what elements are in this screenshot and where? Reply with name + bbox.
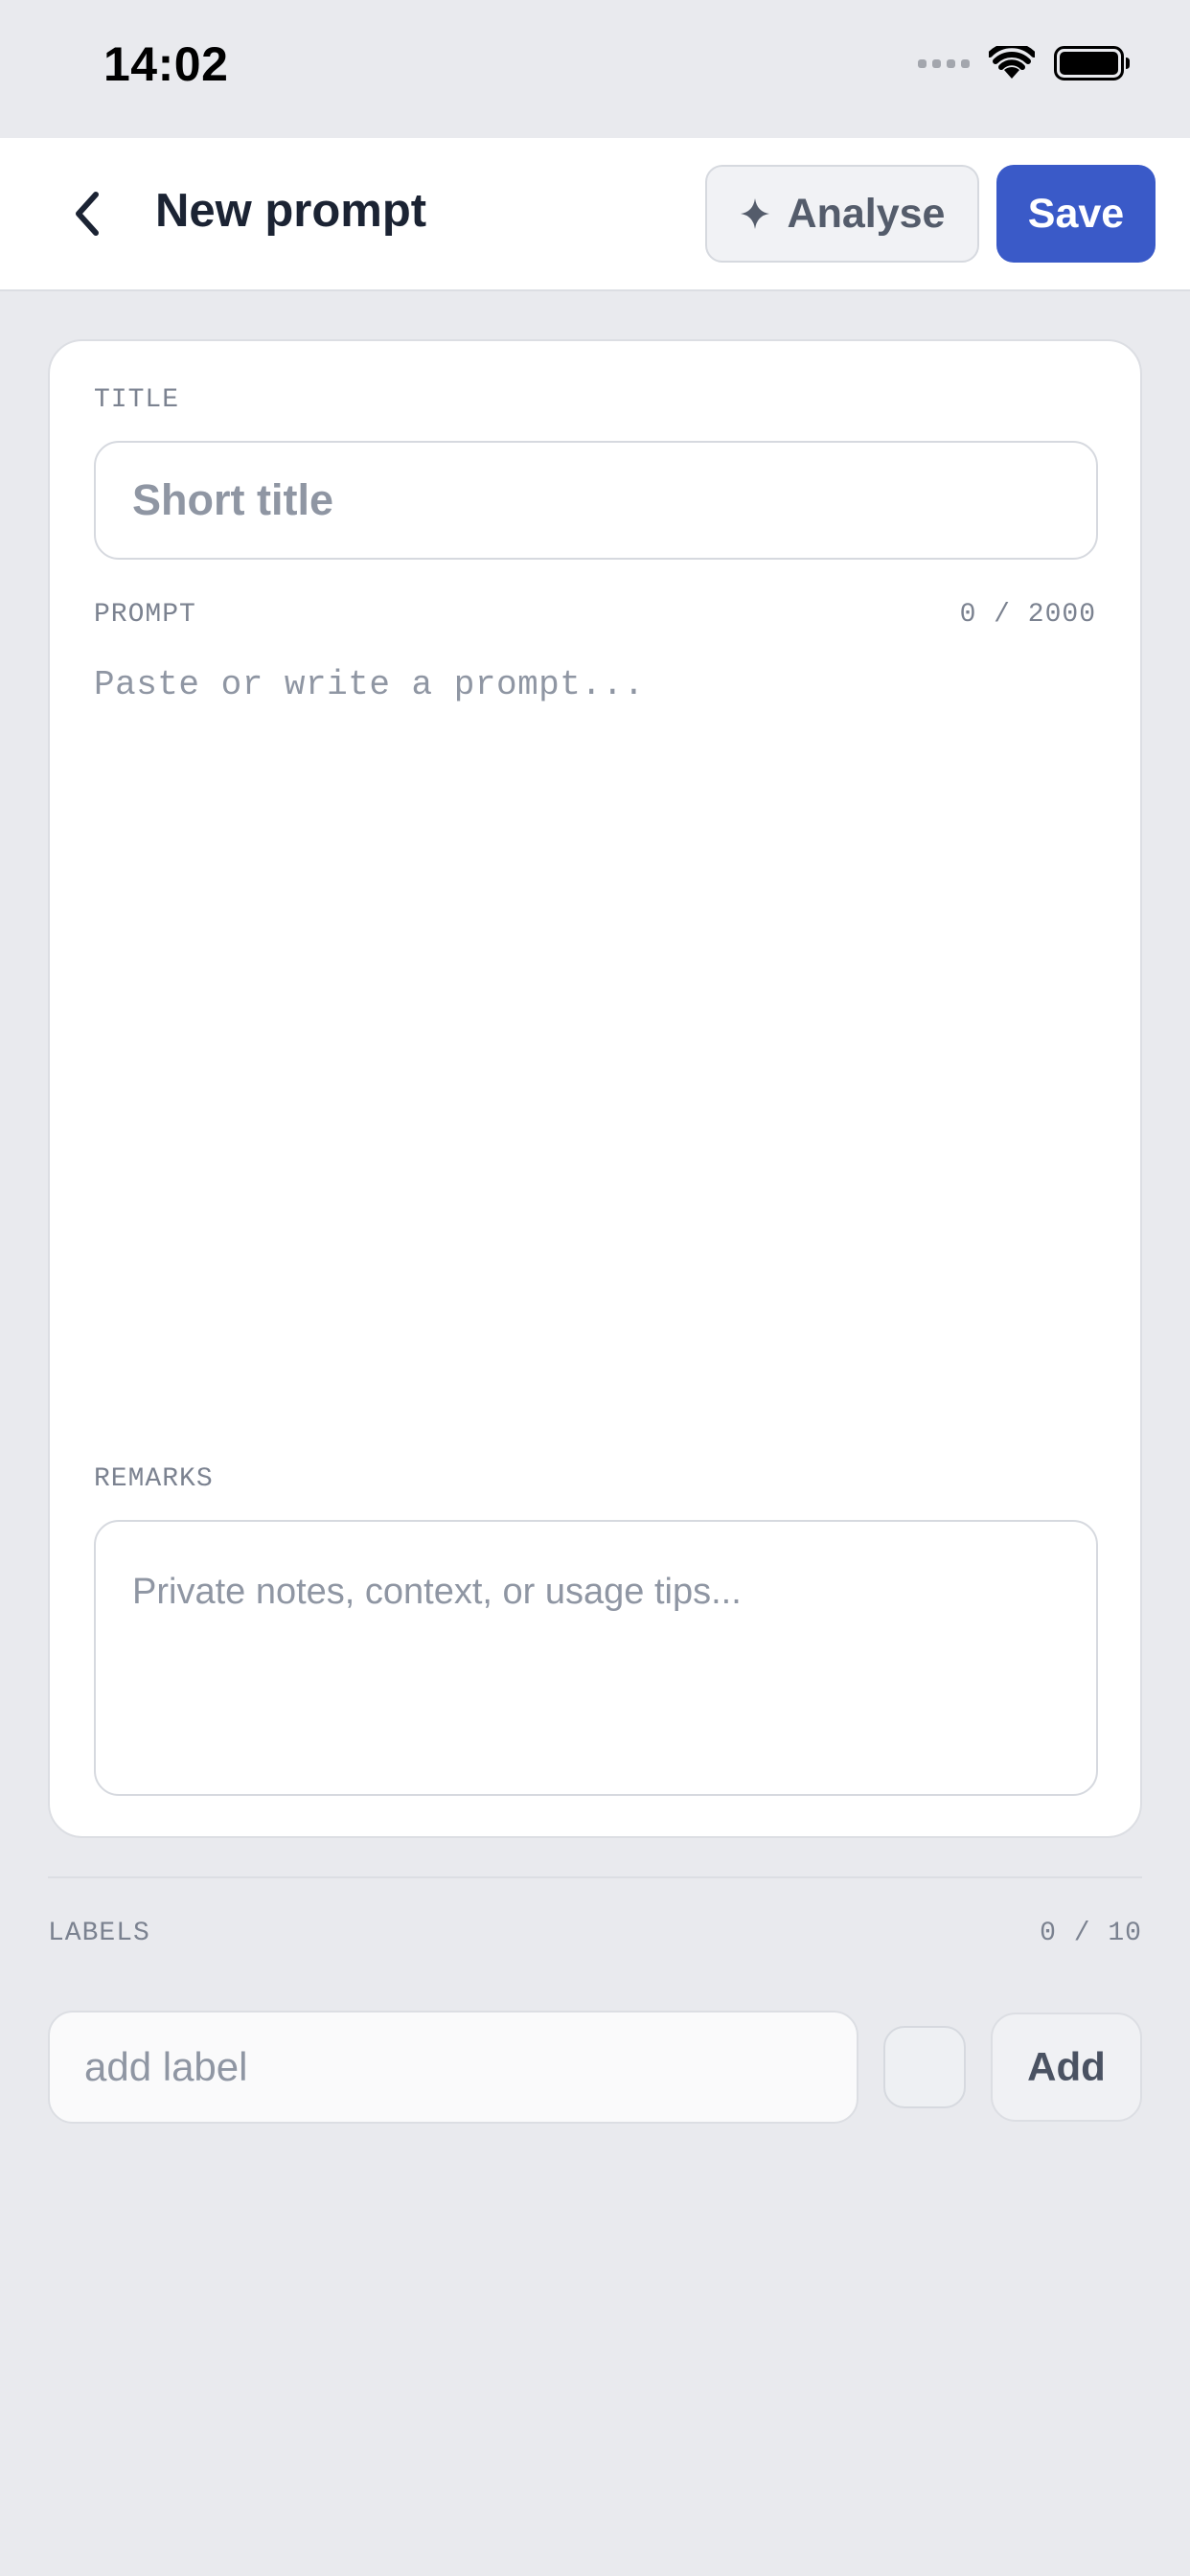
battery-icon: [1054, 46, 1130, 80]
prompt-textarea-placeholder: Paste or write a prompt...: [94, 665, 645, 704]
prompt-char-counter: 0 / 2000: [959, 600, 1096, 630]
add-label-placeholder: add label: [84, 2044, 248, 2089]
chevron-left-icon: [76, 192, 99, 236]
prompt-field-label: PROMPT: [94, 600, 196, 630]
app-header: New prompt Analyse Save: [0, 138, 1190, 291]
save-button[interactable]: Save: [996, 165, 1156, 263]
labels-section-label: LABELS: [48, 1919, 150, 1948]
add-label-input[interactable]: add label: [48, 2011, 858, 2124]
labels-counter: 0 / 10: [1040, 1919, 1142, 1948]
title-input-placeholder: Short title: [132, 475, 333, 524]
prompt-form-card: TITLE Short title PROMPT 0 / 2000 Paste …: [48, 339, 1142, 1838]
remarks-field-label: REMARKS: [94, 1464, 214, 1494]
new-prompt-screen: 14:02 New prompt Analyse Save TITLE Shor…: [0, 0, 1190, 2576]
title-input[interactable]: Short title: [94, 441, 1098, 560]
add-label-button[interactable]: Add: [991, 2012, 1142, 2122]
status-icons: [918, 44, 1131, 82]
cellular-signal-icon: [918, 58, 970, 68]
remarks-textarea[interactable]: Private notes, context, or usage tips...: [94, 1520, 1098, 1796]
title-field-label: TITLE: [94, 385, 180, 415]
prompt-textarea[interactable]: Paste or write a prompt...: [94, 665, 1098, 1393]
page-title: New prompt: [155, 185, 427, 237]
remarks-textarea-placeholder: Private notes, context, or usage tips...: [132, 1572, 742, 1612]
wifi-icon: [989, 46, 1035, 79]
status-bar: 14:02: [0, 0, 1190, 138]
section-divider: [48, 1876, 1142, 1878]
back-button[interactable]: [56, 180, 119, 247]
sparkle-icon: [740, 198, 769, 229]
analyse-button-label: Analyse: [787, 190, 946, 237]
status-time: 14:02: [103, 37, 229, 91]
analyse-button[interactable]: Analyse: [705, 165, 979, 263]
label-color-picker[interactable]: [883, 2026, 966, 2108]
